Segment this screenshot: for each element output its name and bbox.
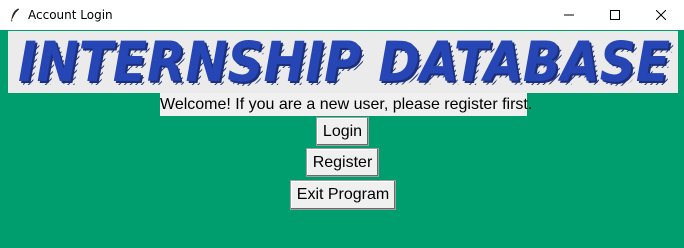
register-button[interactable]: Register bbox=[306, 148, 379, 177]
feather-icon bbox=[8, 8, 22, 22]
minimize-button[interactable] bbox=[546, 0, 592, 30]
maximize-icon bbox=[610, 10, 620, 20]
maximize-button[interactable] bbox=[592, 0, 638, 30]
title-bar[interactable]: Account Login bbox=[0, 0, 684, 30]
close-button[interactable] bbox=[638, 0, 684, 30]
exit-program-button[interactable]: Exit Program bbox=[290, 180, 396, 210]
login-button[interactable]: Login bbox=[316, 117, 369, 146]
account-login-window: Account Login INTERNSHIP DATABASE INTERN… bbox=[0, 0, 684, 248]
window-controls bbox=[546, 0, 684, 30]
banner-image: INTERNSHIP DATABASE INTERNSHIP DATABASE … bbox=[8, 31, 678, 93]
window-title: Account Login bbox=[28, 8, 113, 22]
close-icon bbox=[656, 10, 666, 20]
main-panel: INTERNSHIP DATABASE INTERNSHIP DATABASE … bbox=[0, 30, 684, 248]
banner-title: INTERNSHIP DATABASE bbox=[18, 31, 670, 93]
welcome-message: Welcome! If you are a new user, please r… bbox=[160, 93, 532, 116]
minimize-icon bbox=[564, 14, 574, 16]
